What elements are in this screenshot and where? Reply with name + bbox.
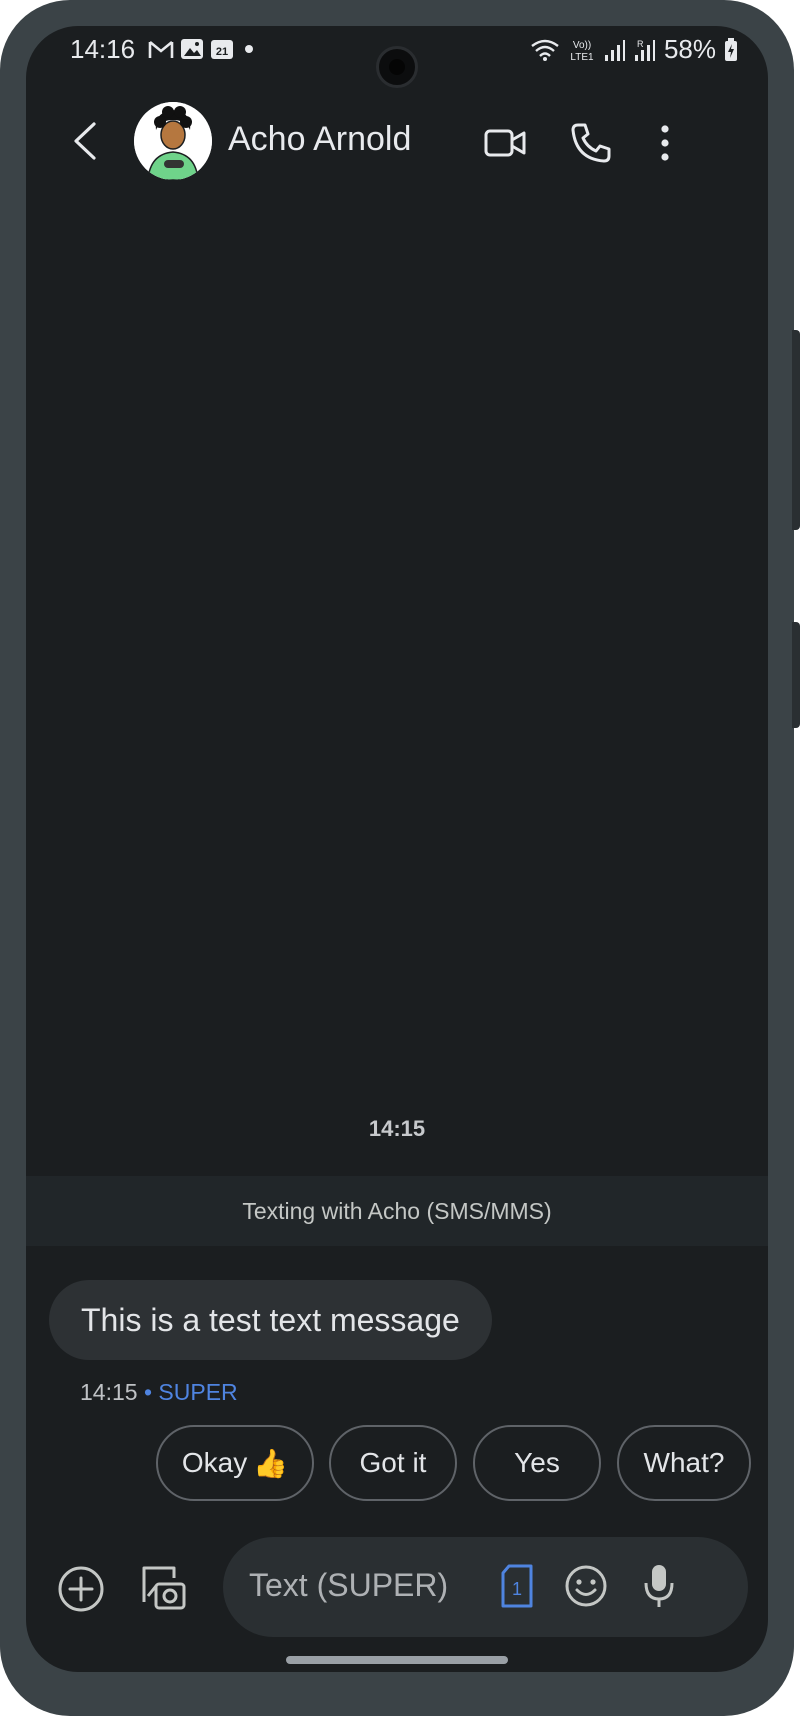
message-bubble[interactable]: This is a test text message (49, 1280, 492, 1360)
svg-text:R: R (637, 39, 644, 49)
sim-slot-number: 1 (512, 1579, 522, 1599)
compose-placeholder[interactable]: Text (SUPER) (249, 1567, 448, 1604)
timestamp-separator: 14:15 (368, 1116, 426, 1141)
more-options-icon[interactable] (642, 120, 688, 166)
contact-name[interactable]: Acho Arnold (228, 120, 411, 159)
system-status-icons: Vo)) LTE1 R 58% (530, 34, 738, 65)
sim-card-icon[interactable]: 1 (499, 1563, 535, 1609)
smart-reply-label: Got it (359, 1447, 427, 1478)
volte-icon: Vo))LTE1 (570, 40, 594, 62)
message-time: 14:15 (80, 1379, 138, 1405)
smart-reply-label: Yes (514, 1447, 560, 1478)
status-time: 14:16 (70, 34, 136, 64)
smart-reply-okay[interactable]: Okay 👍 (156, 1425, 314, 1501)
signal-sim2-roaming-icon: R (634, 39, 655, 61)
back-arrow-icon[interactable] (62, 116, 112, 166)
more-notifications-dot-icon (245, 45, 253, 53)
status-bar: 14:16 21 Vo)) LTE1 R 58% (26, 26, 768, 88)
message-meta: 14:15 • SUPER (80, 1379, 238, 1406)
smart-reply-yes[interactable]: Yes (473, 1425, 601, 1501)
power-button (792, 622, 800, 728)
volume-button (792, 330, 800, 530)
notification-icons: 21 (148, 36, 258, 62)
gesture-navigation-bar[interactable] (286, 1656, 508, 1664)
phone-call-icon[interactable] (568, 120, 614, 166)
texting-mode-banner: Texting with Acho (SMS/MMS) (26, 1176, 768, 1246)
wifi-icon (531, 39, 559, 61)
message-compose-field[interactable]: Text (SUPER) 1 (223, 1537, 748, 1637)
thumbs-up-emoji: 👍 (253, 1447, 289, 1479)
gallery-icon (181, 39, 203, 59)
avatar-illustration-icon (134, 102, 212, 180)
svg-text:Vo)): Vo)) (573, 40, 591, 51)
smart-reply-got-it[interactable]: Got it (329, 1425, 457, 1501)
front-camera (376, 46, 418, 88)
microphone-icon[interactable] (641, 1561, 677, 1611)
calendar-icon: 21 (211, 40, 233, 59)
smart-reply-what[interactable]: What? (617, 1425, 751, 1501)
svg-text:21: 21 (216, 46, 228, 58)
smart-reply-label: Okay (181, 1447, 248, 1478)
gmail-icon (148, 40, 174, 58)
screen: 14:16 21 Vo)) LTE1 R 58% Acho Arnold 14:… (26, 26, 768, 1672)
svg-text:LTE1: LTE1 (570, 52, 594, 62)
add-attachment-icon[interactable] (56, 1564, 106, 1614)
smart-reply-label: What? (643, 1447, 725, 1478)
signal-sim1-icon (604, 39, 625, 61)
message-sim-label: SUPER (158, 1379, 238, 1405)
conversation-app-bar: Acho Arnold (26, 90, 768, 192)
video-call-icon[interactable] (482, 120, 528, 166)
battery-charging-icon (725, 37, 737, 61)
meta-separator: • (137, 1379, 159, 1405)
gallery-camera-icon[interactable] (136, 1562, 188, 1614)
battery-percentage: 58% (663, 34, 716, 64)
contact-avatar[interactable] (134, 102, 212, 180)
emoji-icon[interactable] (563, 1563, 609, 1609)
